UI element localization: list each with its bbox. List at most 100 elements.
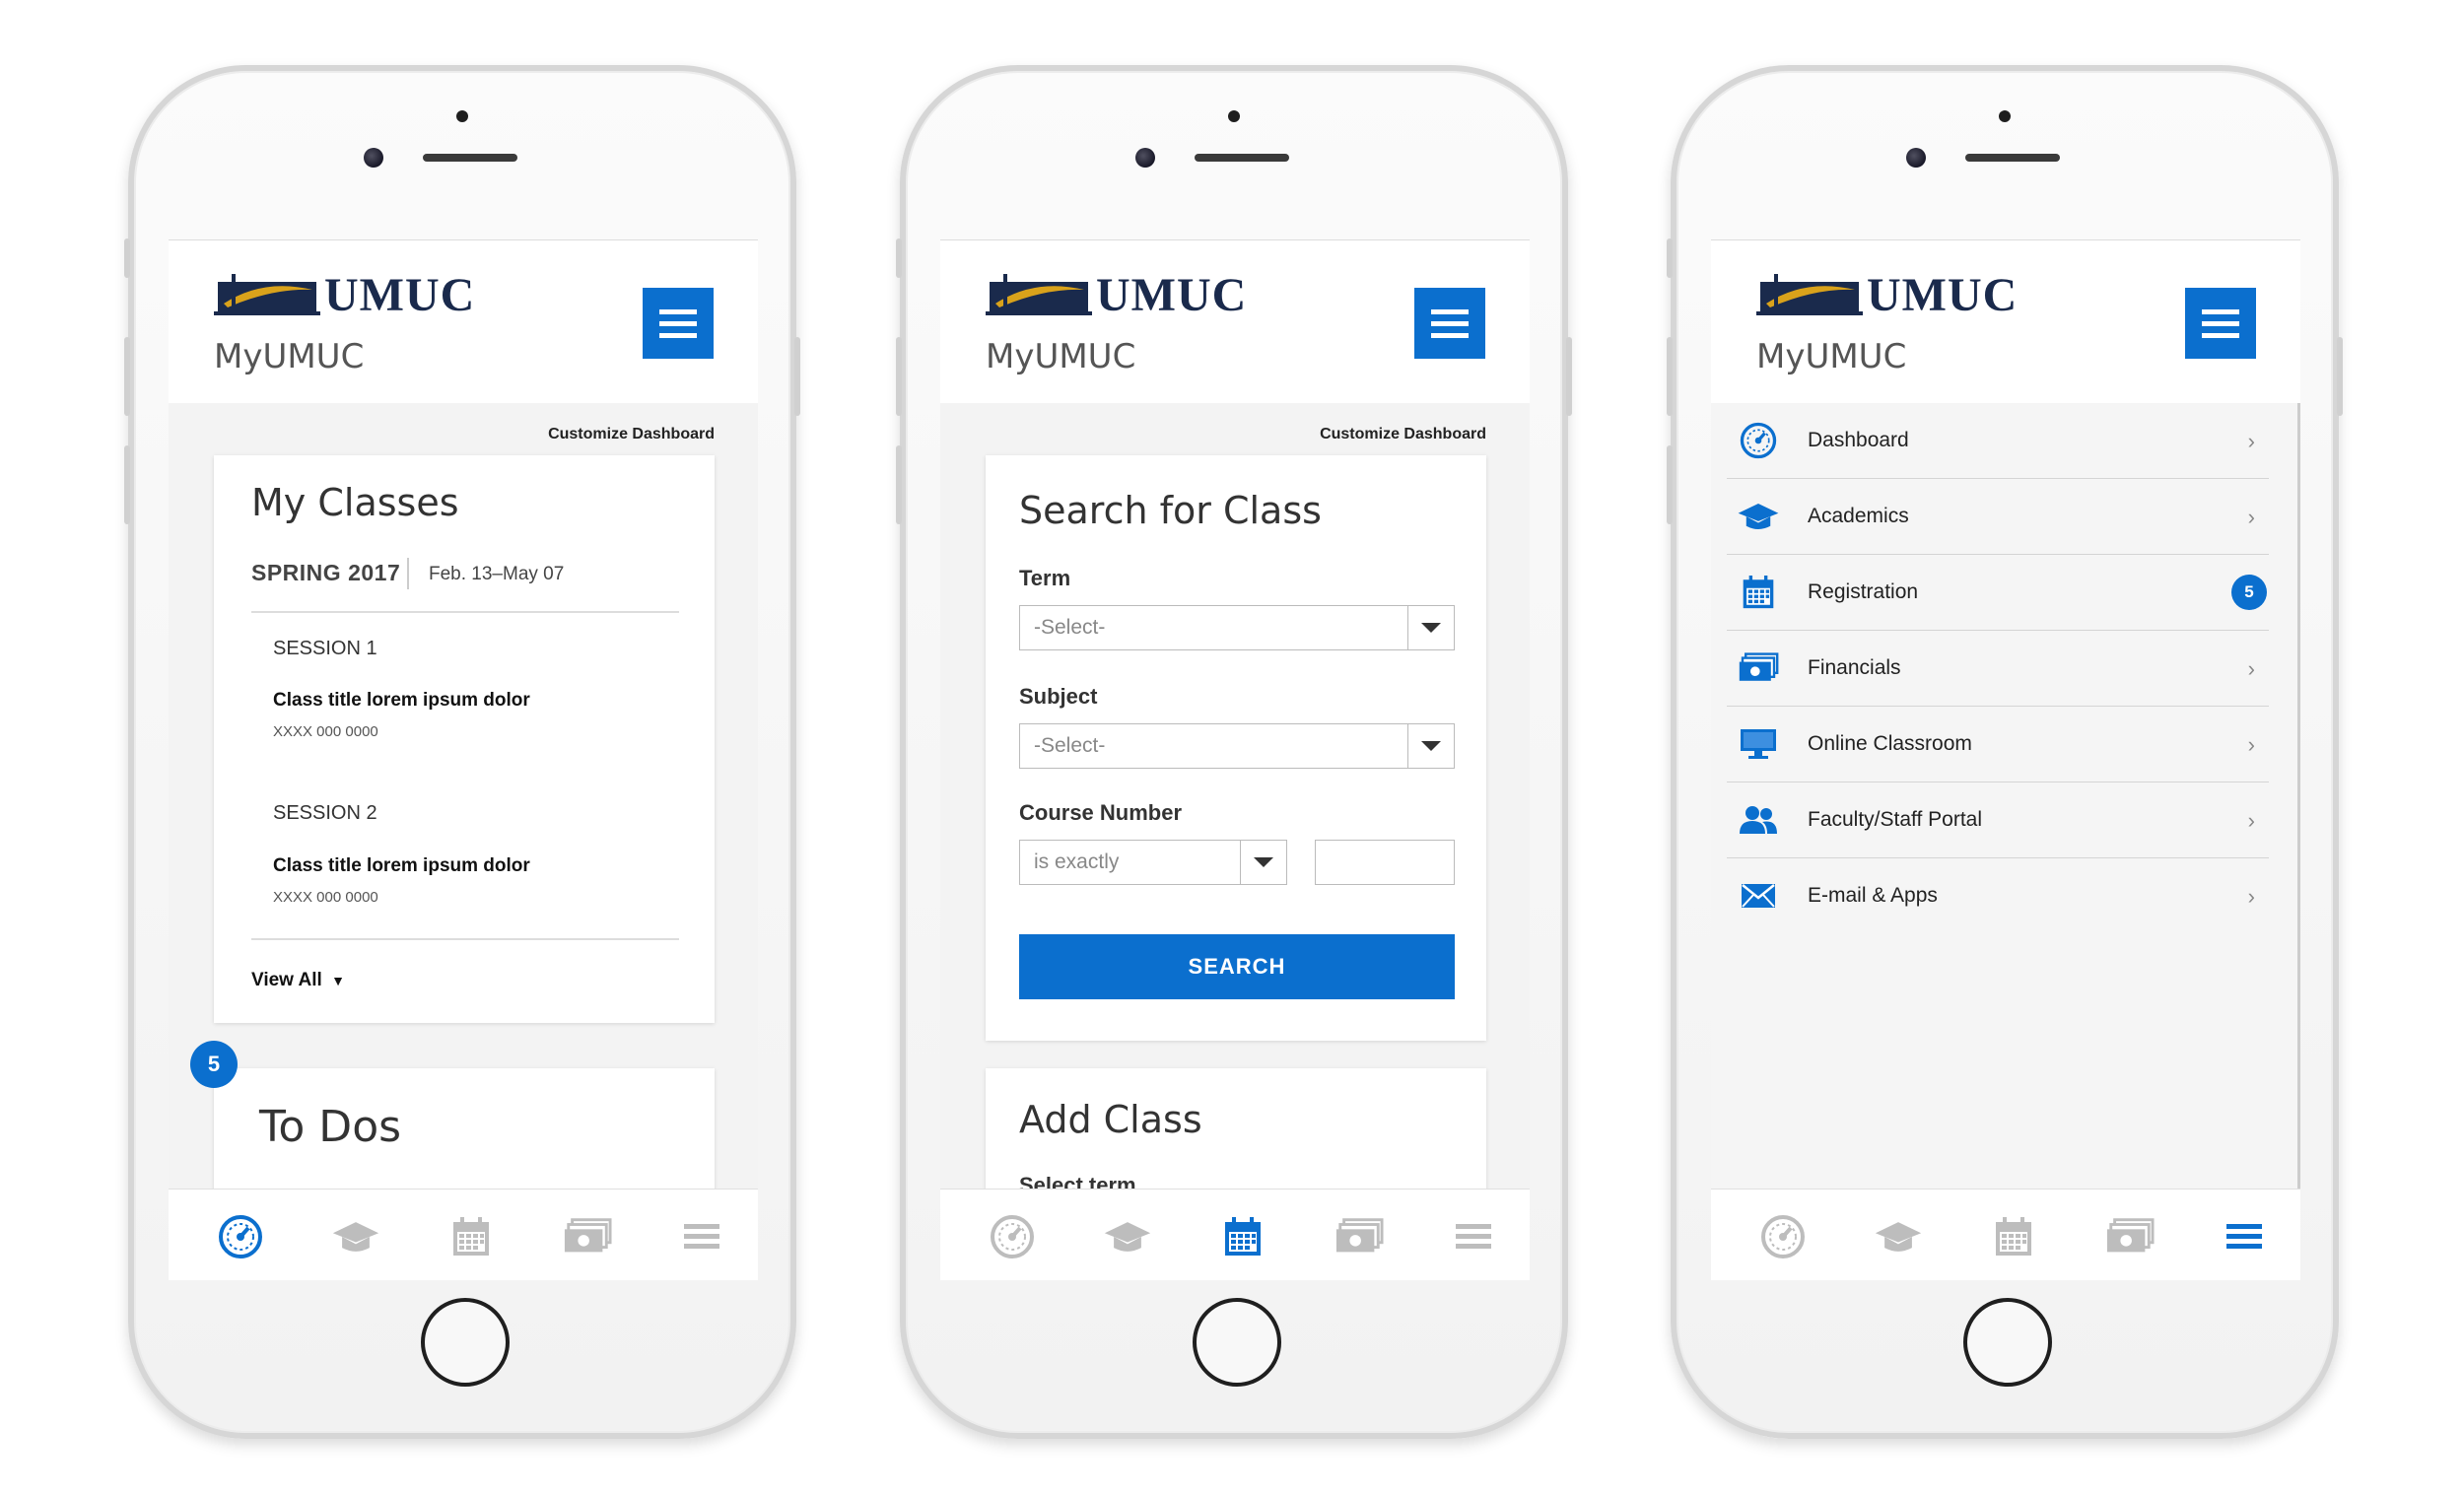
money-icon [1335, 1218, 1384, 1253]
course-number-label: Course Number [1019, 800, 1183, 825]
monitor-icon [1737, 726, 1780, 762]
term-name: SPRING 2017 [251, 560, 401, 585]
nav-item-email-apps[interactable]: E-mail & Apps › [1727, 858, 2269, 933]
umuc-logo: UMUC [986, 272, 1247, 319]
registration-count-badge: 5 [2231, 575, 2267, 610]
nav-item-label: Faculty/Staff Portal [1808, 808, 1983, 831]
subject-select[interactable]: -Select- [1019, 723, 1455, 769]
speaker [1195, 154, 1289, 162]
tab-registration[interactable] [1989, 1215, 2038, 1258]
tab-dashboard[interactable] [216, 1215, 265, 1258]
tab-academics[interactable] [1103, 1215, 1152, 1258]
chevron-right-icon: › [2247, 656, 2255, 681]
logo-text: UMUC [324, 269, 476, 321]
view-all-label: View All [251, 970, 322, 990]
bottom-tab-bar [1711, 1189, 2300, 1280]
tab-dashboard[interactable] [1758, 1215, 1808, 1258]
home-button[interactable] [421, 1298, 510, 1387]
chevron-right-icon: › [2247, 732, 2255, 757]
graduation-cap-icon [1737, 499, 1780, 534]
search-class-card: Search for Class Term -Select- Subject -… [986, 455, 1486, 1041]
phone-mockup-registration: UMUC MyUMUC Customize Dashboard Search f… [896, 65, 1572, 1439]
app-header: UMUC MyUMUC [169, 240, 758, 403]
customize-dashboard-link[interactable]: Customize Dashboard [548, 426, 715, 443]
tab-academics[interactable] [331, 1215, 380, 1258]
add-class-card: Add Class Select term [986, 1068, 1486, 1206]
camera [1228, 110, 1240, 122]
side-button [1667, 238, 1673, 278]
phone-screen: UMUC MyUMUC Customize Dashboard My Class… [169, 239, 758, 1280]
class-code: XXXX 000 0000 [273, 723, 378, 740]
nav-item-registration[interactable]: Registration 5 [1727, 555, 2269, 631]
calendar-icon [1996, 1217, 2031, 1256]
tab-registration[interactable] [446, 1215, 496, 1258]
hamburger-menu-icon [2226, 1224, 2262, 1249]
my-classes-card: My Classes SPRING 2017 Feb. 13–May 07 SE… [214, 455, 715, 1023]
tab-menu[interactable] [2220, 1215, 2269, 1258]
menu-button[interactable] [2185, 288, 2256, 359]
bottom-tab-bar [169, 1189, 758, 1280]
tab-financials[interactable] [563, 1215, 612, 1258]
nav-item-faculty-staff-portal[interactable]: Faculty/Staff Portal › [1727, 782, 2269, 858]
nav-item-academics[interactable]: Academics › [1727, 479, 2269, 555]
camera [456, 110, 468, 122]
nav-item-financials[interactable]: Financials › [1727, 631, 2269, 707]
add-class-title: Add Class [1019, 1098, 1202, 1141]
tab-financials[interactable] [1335, 1215, 1384, 1258]
view-all-link[interactable]: View All ▼ [251, 970, 345, 991]
nav-item-dashboard[interactable]: Dashboard › [1727, 403, 2269, 479]
todos-card: To Dos [214, 1068, 715, 1206]
tab-financials[interactable] [2105, 1215, 2155, 1258]
customize-dashboard-link[interactable]: Customize Dashboard [1320, 426, 1486, 443]
phone-mockup-menu: UMUC MyUMUC Dashboard › Academics › Regi… [1667, 65, 2343, 1439]
course-operator-select[interactable]: is exactly [1019, 840, 1287, 885]
dashboard-icon [1761, 1215, 1805, 1258]
menu-button[interactable] [643, 288, 714, 359]
divider [251, 611, 679, 613]
money-icon [564, 1218, 612, 1253]
todos-title: To Dos [259, 1102, 402, 1152]
money-icon [1737, 650, 1780, 686]
subject-select-value: -Select- [1034, 734, 1106, 757]
side-button [1667, 445, 1673, 524]
hamburger-menu-icon [684, 1224, 719, 1249]
front-camera [1906, 148, 1926, 168]
app-header: UMUC MyUMUC [940, 240, 1530, 403]
nav-item-label: E-mail & Apps [1808, 884, 1938, 907]
menu-button[interactable] [1414, 288, 1485, 359]
search-button[interactable]: SEARCH [1019, 934, 1455, 999]
tab-menu[interactable] [677, 1215, 726, 1258]
tab-academics[interactable] [1874, 1215, 1923, 1258]
term-select[interactable]: -Select- [1019, 605, 1455, 650]
tab-menu[interactable] [1449, 1215, 1498, 1258]
chevron-right-icon: › [2247, 505, 2255, 529]
phone-screen: UMUC MyUMUC Dashboard › Academics › Regi… [1711, 239, 2300, 1280]
calendar-icon [1737, 575, 1780, 610]
chevron-down-icon [1240, 841, 1286, 884]
app-name: MyUMUC [1756, 337, 1907, 376]
class-title-link[interactable]: Class title lorem ipsum dolor [273, 855, 530, 877]
home-button[interactable] [1193, 1298, 1281, 1387]
nav-item-label: Registration [1808, 580, 1919, 603]
tab-registration[interactable] [1218, 1215, 1267, 1258]
course-operator-value: is exactly [1034, 850, 1120, 873]
course-number-input[interactable] [1315, 840, 1455, 885]
term-select-value: -Select- [1034, 616, 1106, 639]
search-class-title: Search for Class [1019, 489, 1322, 532]
class-title-link[interactable]: Class title lorem ipsum dolor [273, 690, 530, 712]
nav-item-online-classroom[interactable]: Online Classroom › [1727, 707, 2269, 782]
tab-dashboard[interactable] [988, 1215, 1037, 1258]
chevron-right-icon: › [2247, 808, 2255, 833]
phone-screen: UMUC MyUMUC Customize Dashboard Search f… [940, 239, 1530, 1280]
chevron-right-icon: › [2247, 884, 2255, 909]
session-label: SESSION 1 [273, 638, 377, 659]
app-header: UMUC MyUMUC [1711, 240, 2300, 403]
umuc-crest-icon [986, 274, 1092, 315]
home-button[interactable] [1963, 1298, 2052, 1387]
side-button [794, 337, 800, 416]
my-classes-title: My Classes [251, 481, 459, 524]
hamburger-menu-icon [1456, 1224, 1491, 1249]
term-divider [407, 558, 409, 589]
umuc-logo: UMUC [214, 269, 476, 321]
dashboard-icon [991, 1215, 1034, 1258]
